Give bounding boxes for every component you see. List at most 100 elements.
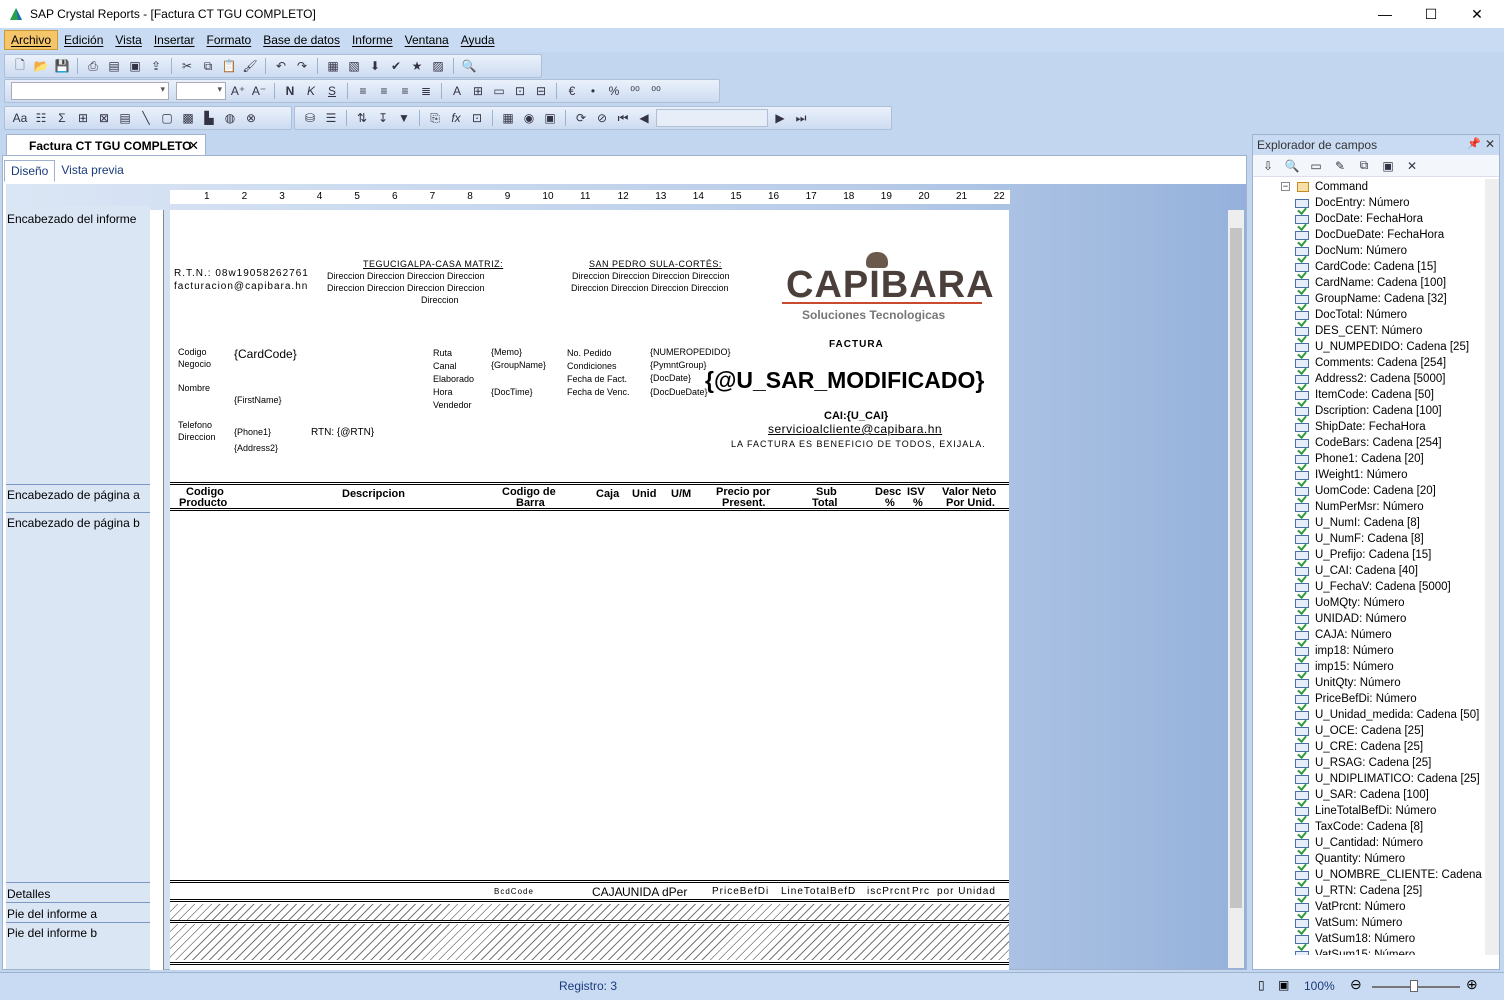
cai-field[interactable]: CAI:{U_CAI} [824, 410, 888, 422]
field-item[interactable]: DocTotal: Número [1253, 307, 1485, 323]
map-icon[interactable]: ◍ [221, 109, 239, 127]
field-item[interactable]: U_Prefijo: Cadena [15] [1253, 547, 1485, 563]
justify-icon[interactable]: ≣ [417, 82, 435, 100]
previous-page-icon[interactable]: ◀ [635, 109, 653, 127]
olap-grid-icon[interactable]: ⊠ [95, 109, 113, 127]
select-expert-icon[interactable]: ▼ [395, 109, 413, 127]
field-item[interactable]: U_RTN: Cadena [25] [1253, 883, 1485, 899]
field-item[interactable]: DocNum: Número [1253, 243, 1485, 259]
last-page-icon[interactable]: ⏭ [792, 109, 810, 127]
new-field-icon[interactable]: ▭ [1307, 157, 1325, 175]
minimize-icon[interactable]: — [1362, 0, 1408, 28]
detail-discprcnt[interactable]: iscPrcnt [867, 886, 911, 897]
sps-address-1[interactable]: Direccion Direccion Direccion Direccion [572, 271, 730, 281]
refresh-icon[interactable]: ⟳ [572, 109, 590, 127]
footer-a-suppressed[interactable] [170, 904, 1009, 920]
template-expert-icon[interactable]: ⊡ [468, 109, 486, 127]
section-footer-b[interactable]: Pie del informe b [7, 926, 97, 940]
field-item[interactable]: VatSum: Número [1253, 915, 1485, 931]
menu-edicion[interactable]: Edición [58, 31, 109, 49]
label-hora[interactable]: Hora [433, 387, 453, 397]
field-item[interactable]: U_NumF: Cadena [8] [1253, 531, 1485, 547]
delete-icon[interactable]: ✕ [1403, 157, 1421, 175]
detail-per[interactable]: dPer [662, 885, 687, 899]
field-numpedido[interactable]: {NUMEROPEDIDO} [650, 347, 731, 357]
field-explorer-icon[interactable]: ▦ [324, 57, 342, 75]
field-item[interactable]: DocDate: FechaHora [1253, 211, 1485, 227]
lock-size-icon[interactable]: ⊟ [532, 82, 550, 100]
tab-design[interactable]: Diseño [4, 160, 56, 182]
zoom-in-icon[interactable]: ⊕ [1466, 976, 1478, 993]
email-text[interactable]: facturacion@capibara.hn [174, 281, 308, 292]
suppress-icon[interactable]: ▭ [490, 82, 508, 100]
tgu-address-3[interactable]: Direccion [421, 295, 459, 305]
export-icon[interactable]: ⇪ [147, 57, 165, 75]
menu-formato[interactable]: Formato [201, 31, 258, 49]
detail-unidad[interactable]: UNIDA [622, 885, 659, 899]
menu-vista[interactable]: Vista [109, 31, 147, 49]
field-item[interactable]: U_OCE: Cadena [25] [1253, 723, 1485, 739]
highlight-icon[interactable]: ▣ [541, 109, 559, 127]
first-page-icon[interactable]: ⏮ [614, 109, 632, 127]
dependency-checker-icon[interactable]: ✔ [387, 57, 405, 75]
flash-icon[interactable]: ⊗ [242, 109, 260, 127]
tree-root-command[interactable]: − Command [1253, 179, 1485, 195]
tgu-title[interactable]: TEGUCIGALPA-CASA MATRIZ: [363, 259, 503, 269]
label-canal[interactable]: Canal [433, 361, 457, 371]
field-rtn[interactable]: RTN: {@RTN} [311, 427, 374, 438]
rtn-text[interactable]: R.T.N.: 08w19058262761 [174, 268, 309, 279]
close-icon[interactable]: ✕ [1454, 0, 1500, 28]
field-item[interactable]: U_Unidad_medida: Cadena [50] [1253, 707, 1485, 723]
col-caja[interactable]: Caja [596, 488, 619, 500]
zoom-page-icon[interactable]: ▣ [126, 57, 144, 75]
field-item[interactable]: U_SAR: Cadena [100] [1253, 787, 1485, 803]
box-icon[interactable]: ▢ [158, 109, 176, 127]
paste-icon[interactable]: 📋 [220, 57, 238, 75]
col-um[interactable]: U/M [671, 488, 691, 500]
section-footer-a[interactable]: Pie del informe a [7, 907, 97, 921]
align-left-icon[interactable]: ≡ [354, 82, 372, 100]
redo-icon[interactable]: ↷ [293, 57, 311, 75]
field-item[interactable]: CAJA: Número [1253, 627, 1485, 643]
field-item[interactable]: NumPerMsr: Número [1253, 499, 1485, 515]
label-no-pedido[interactable]: No. Pedido [567, 348, 612, 358]
detail-por-unidad[interactable]: por Unidad [937, 886, 996, 897]
field-item[interactable]: ItemCode: Cadena [50] [1253, 387, 1485, 403]
menu-archivo[interactable]: Archivo [4, 30, 59, 50]
company-logo[interactable]: CAPIBARA Soluciones Tecnologicas [782, 252, 994, 324]
page-number-input[interactable] [656, 109, 768, 127]
print-icon[interactable]: ⎙ [84, 57, 102, 75]
label-codigo[interactable]: Codigo [178, 347, 207, 357]
col-isv-pct[interactable]: % [913, 497, 923, 509]
sps-title[interactable]: SAN PEDRO SULA-CORTÉS: [589, 259, 722, 269]
detail-bcdcode[interactable]: BcdCode [494, 887, 534, 896]
section-expert-icon[interactable]: ⎘ [426, 109, 444, 127]
col-barra[interactable]: Barra [516, 497, 545, 509]
field-item[interactable]: CardName: Cadena [100] [1253, 275, 1485, 291]
sps-address-2[interactable]: Direccion Direccion Direccion Direccion [571, 283, 729, 293]
field-item[interactable]: U_NUMPEDIDO: Cadena [25] [1253, 339, 1485, 355]
new-icon[interactable]: 🗋 [11, 57, 29, 75]
field-item[interactable]: VatPrcnt: Número [1253, 899, 1485, 915]
field-phone[interactable]: {Phone1} [234, 427, 271, 437]
pin-icon[interactable]: 📌 [1467, 137, 1481, 150]
field-item[interactable]: PriceBefDi: Número [1253, 691, 1485, 707]
service-email[interactable]: servicioalcliente@capibara.hn [768, 422, 942, 436]
zoom-out-icon[interactable]: ⊖ [1350, 976, 1362, 993]
factura-title[interactable]: FACTURA [829, 339, 884, 350]
page-view-icon[interactable]: ▯ [1258, 978, 1265, 992]
font-color-icon[interactable]: A [448, 82, 466, 100]
field-item[interactable]: Phone1: Cadena [20] [1253, 451, 1485, 467]
field-item[interactable]: UoMQty: Número [1253, 595, 1485, 611]
italic-icon[interactable]: K [302, 82, 320, 100]
toggle-icon[interactable]: ★ [408, 57, 426, 75]
font-name-combo[interactable] [11, 82, 169, 100]
sort-expert-icon[interactable]: ⇅ [353, 109, 371, 127]
col-por-unid[interactable]: Por Unid. [946, 497, 995, 509]
label-negocio[interactable]: Negocio [178, 359, 211, 369]
section-details[interactable]: Detalles [7, 887, 50, 901]
align-center-icon[interactable]: ≡ [375, 82, 393, 100]
cross-tab-icon[interactable]: ⊞ [74, 109, 92, 127]
insert-field-icon[interactable]: ⇩ [1259, 157, 1277, 175]
section-report-header[interactable]: Encabezado del informe [7, 212, 136, 226]
